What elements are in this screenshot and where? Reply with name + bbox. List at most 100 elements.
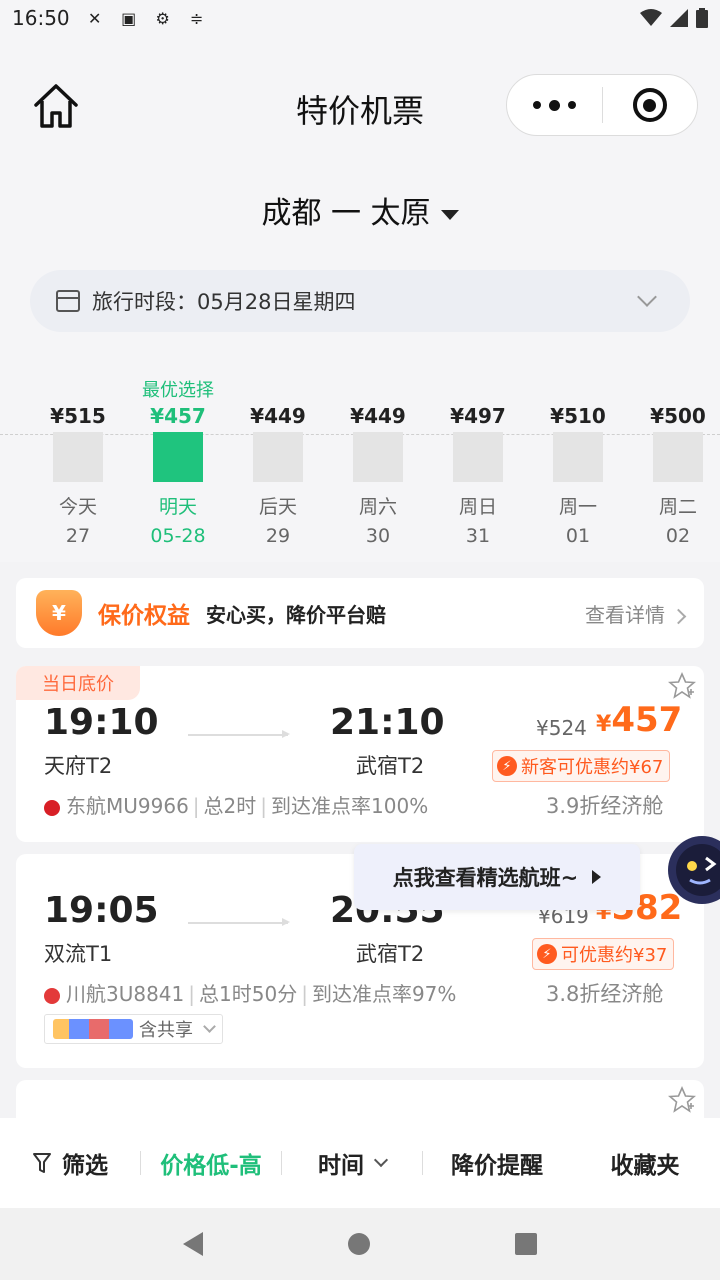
robot-assistant-icon[interactable] <box>656 828 720 912</box>
date-option[interactable]: ¥449 后天 29 <box>228 376 328 547</box>
more-dot-icon <box>532 101 541 109</box>
date-option[interactable]: ¥449 周六 30 <box>328 376 428 547</box>
target-icon <box>632 88 667 122</box>
system-navigation-bar <box>0 1208 720 1280</box>
date-number: 05-28 <box>150 525 206 547</box>
favorite-star-icon[interactable] <box>668 1086 696 1114</box>
battery-icon <box>696 8 708 28</box>
discount-text: 新客可优惠约¥67 <box>521 757 664 778</box>
departure-airport: 双流T1 <box>44 942 113 966</box>
bottom-toolbar: 筛选 价格低-高 时间 降价提醒 收藏夹 <box>0 1118 720 1208</box>
more-button[interactable] <box>507 99 602 111</box>
back-icon[interactable] <box>182 1232 203 1256</box>
chevron-down-icon <box>637 287 657 307</box>
favorites-button[interactable]: 收藏夹 <box>571 1143 719 1183</box>
best-choice-label <box>228 376 328 400</box>
settings-icon: ⚙ <box>155 8 170 28</box>
date-option[interactable]: ¥510 周一 01 <box>528 376 628 547</box>
calendar-icon <box>56 290 80 312</box>
date-option[interactable]: 最优选择 ¥457 明天 05-28 <box>128 376 228 547</box>
date-number: 31 <box>465 525 491 547</box>
price-value: 457 <box>611 700 683 740</box>
route-text: 成都 一 太原 <box>261 196 431 231</box>
recent-apps-icon[interactable] <box>515 1233 538 1255</box>
price-bar <box>453 432 503 482</box>
filter-button[interactable]: 筛选 <box>0 1143 140 1183</box>
flight-meta: 川航3U8841 | 总1时50分 | 到达准点率97% <box>44 978 456 1007</box>
more-dot-icon <box>567 101 576 109</box>
featured-flights-tip[interactable]: 点我查看精选航班~ <box>354 844 640 910</box>
play-arrow-icon <box>592 870 602 884</box>
filter-icon <box>33 1153 51 1173</box>
date-option[interactable]: ¥500 周二 02 <box>628 376 720 547</box>
date-option[interactable]: ¥497 周日 31 <box>428 376 528 547</box>
best-choice-label <box>328 376 428 400</box>
airline-flight-number: 川航3U8841 <box>66 982 185 1006</box>
price-bar <box>153 432 203 482</box>
bolt-icon: ⚡ <box>497 756 517 776</box>
date-price: ¥457 <box>150 404 206 428</box>
home-circle-icon[interactable] <box>347 1233 370 1255</box>
flight-meta: 东航MU9966 | 总2时 | 到达准点率100% <box>44 790 428 819</box>
bolt-icon: ⚡ <box>537 944 557 964</box>
ontime-rate: 到达准点率100% <box>271 794 429 818</box>
sort-price-button[interactable]: 价格低-高 <box>141 1143 281 1183</box>
caret-down-icon <box>440 209 459 220</box>
flight-card[interactable]: 当日底价 19:10 天府T2 21:10 武宿T2 ¥524 ¥457 ⚡ 新客… <box>16 666 704 842</box>
codeshare-toggle[interactable]: 含共享 <box>44 1014 223 1044</box>
best-choice-label <box>628 376 720 400</box>
date-label: 明天 <box>158 496 197 518</box>
chevron-down-icon <box>373 1152 389 1168</box>
date-price: ¥449 <box>250 404 306 428</box>
best-choice-label <box>28 376 128 400</box>
more-dot-icon <box>548 99 560 111</box>
date-option[interactable]: ¥515 今天 27 <box>28 376 128 547</box>
cabin-class: 3.9折经济舱 <box>546 794 664 818</box>
arrival-airport: 武宿T2 <box>356 942 425 966</box>
favorites-label: 收藏夹 <box>610 1153 680 1179</box>
flight-duration: 总2时 <box>203 794 257 818</box>
nav-bar: 特价机票 <box>0 74 720 138</box>
airline-logo-icon <box>44 987 60 1004</box>
date-label: 今天 <box>58 496 97 518</box>
view-details-link[interactable]: 查看详情 <box>585 599 684 628</box>
date-label: 周日 <box>458 496 497 518</box>
cabin-class: 3.8折经济舱 <box>546 982 664 1006</box>
date-price: ¥515 <box>50 404 106 428</box>
airline-flight-number: 东航MU9966 <box>66 794 189 818</box>
filter-label: 筛选 <box>62 1153 108 1179</box>
price-bar <box>553 432 603 482</box>
date-label: 周六 <box>358 496 397 518</box>
best-choice-label: 最优选择 <box>142 380 214 401</box>
price-bar <box>353 432 403 482</box>
sale-price: ¥457 <box>596 700 682 740</box>
discount-text: 可优惠约¥37 <box>561 945 668 966</box>
flight-arrow-icon <box>188 730 290 738</box>
price-guarantee-banner[interactable]: ¥ 保价权益 安心买，降价平台赔 查看详情 <box>16 578 704 648</box>
close-program-button[interactable] <box>603 88 698 122</box>
date-price: ¥497 <box>450 404 506 428</box>
lowest-price-tag: 当日底价 <box>16 666 140 700</box>
sort-time-button[interactable]: 时间 <box>282 1143 422 1183</box>
ontime-rate: 到达准点率97% <box>311 982 457 1006</box>
travel-period-selector[interactable]: 旅行时段：05月28日星期四 <box>30 270 690 332</box>
price-bar <box>253 432 303 482</box>
departure-time: 19:05 <box>44 890 159 931</box>
wifi-icon <box>640 9 662 26</box>
price-bar <box>53 432 103 482</box>
date-price-strip: ¥515 今天 27 最优选择 ¥457 明天 05-28 ¥449 后天 29 ¥449 周六 30 ¥… <box>0 376 720 576</box>
departure-time: 19:10 <box>44 702 159 743</box>
date-number: 02 <box>665 525 691 547</box>
favorite-star-icon[interactable] <box>668 672 696 700</box>
discount-badge: ⚡ 新客可优惠约¥67 <box>492 750 671 782</box>
route-selector[interactable]: 成都 一 太原 <box>0 188 720 232</box>
flight-arrow-icon <box>188 918 290 926</box>
chevron-down-icon <box>203 1020 216 1033</box>
codeshare-airline-logos-icon <box>53 1019 133 1039</box>
signal-icon <box>670 9 688 27</box>
arrival-time: 21:10 <box>330 702 445 743</box>
price-alert-button[interactable]: 降价提醒 <box>423 1143 571 1183</box>
mini-program-capsule <box>506 74 698 136</box>
sort-price-label: 价格低-高 <box>160 1153 262 1179</box>
guarantee-subtitle: 安心买，降价平台赔 <box>206 602 386 627</box>
